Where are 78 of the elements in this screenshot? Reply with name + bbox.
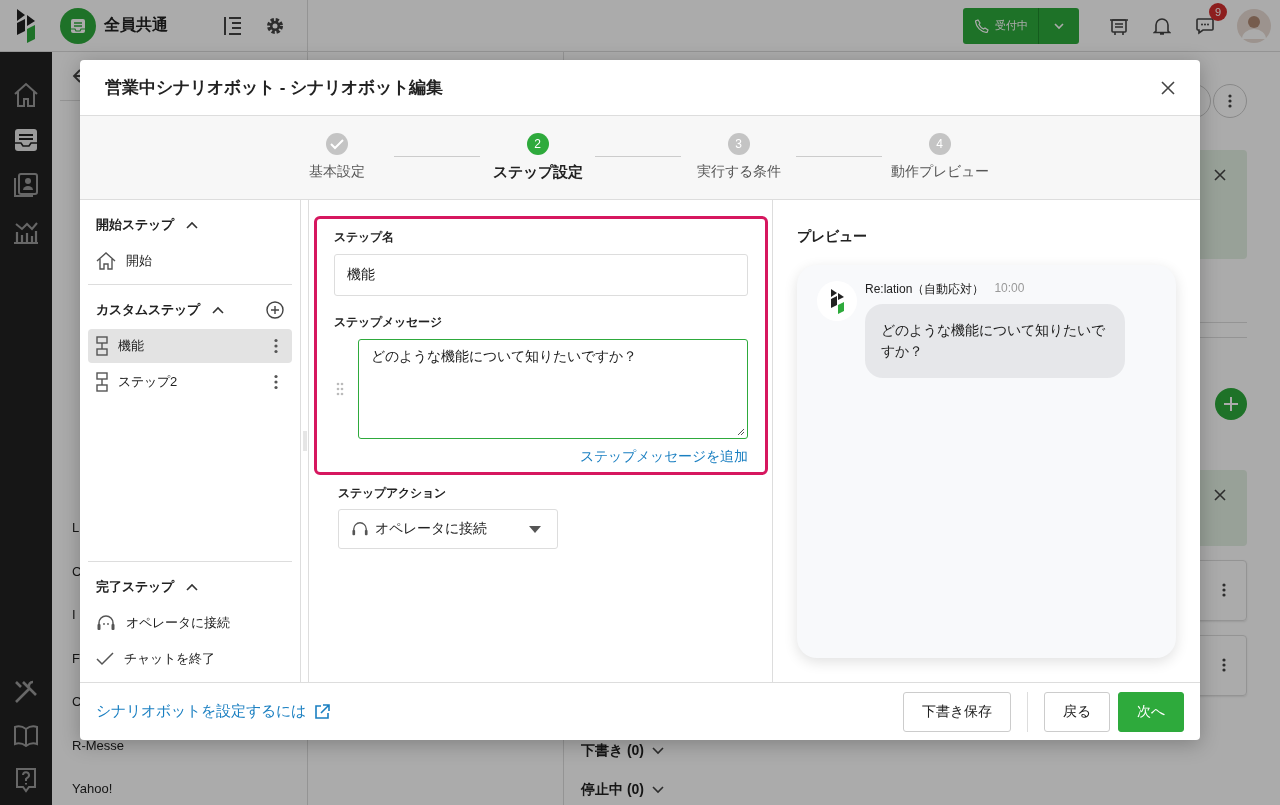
step-name-field[interactable]: 機能 — [334, 254, 748, 296]
step-item[interactable]: チャットを終了 — [88, 642, 292, 676]
inbox-icon[interactable] — [60, 7, 96, 44]
dialog-title: 営業中シナリオボット - シナリオボット編集 — [105, 77, 444, 99]
sidebar-item[interactable]: Yahoo! — [60, 767, 299, 805]
add-icon[interactable] — [266, 301, 284, 319]
field-label: ステップメッセージ — [334, 314, 443, 331]
tools-icon[interactable] — [13, 679, 39, 705]
help-link[interactable]: シナリオボットを設定するには — [96, 702, 306, 721]
settings-icon[interactable] — [265, 15, 285, 36]
close-icon[interactable] — [1213, 488, 1227, 503]
section-title: 開始ステップ — [96, 216, 174, 234]
step-item[interactable]: オペレータに接続 — [88, 606, 292, 640]
field-label: ステップアクション — [338, 485, 447, 502]
more-icon[interactable] — [274, 374, 278, 390]
preview-title: プレビュー — [797, 228, 868, 246]
headset-icon — [351, 521, 369, 537]
drag-handle-icon[interactable] — [336, 382, 344, 396]
home-icon — [96, 252, 116, 270]
chevron-down-icon — [1053, 21, 1065, 30]
save-draft-button[interactable]: 下書き保存 — [903, 691, 1011, 732]
step-item[interactable]: 機能 — [88, 329, 292, 363]
message-bubble: どのような機能について知りたいですか？ — [865, 304, 1125, 378]
chevron-icon[interactable] — [186, 583, 198, 591]
chevron-down-icon[interactable] — [652, 786, 664, 795]
action-select[interactable]: オペレータに接続 — [338, 509, 558, 549]
node-icon — [96, 372, 108, 392]
headset-icon — [96, 614, 116, 632]
list-icon[interactable] — [223, 14, 243, 37]
home-icon[interactable] — [12, 82, 40, 108]
dropdown-arrow-icon — [529, 525, 541, 533]
add-message-link[interactable]: ステップメッセージを追加 — [580, 448, 748, 466]
step-label: ステップ設定 — [492, 163, 583, 182]
step-label: 実行する条件 — [696, 163, 781, 181]
add-button[interactable] — [1215, 388, 1247, 421]
close-icon[interactable] — [1213, 168, 1227, 183]
step-label: 基本設定 — [308, 163, 365, 181]
more-icon[interactable] — [1222, 657, 1226, 674]
resize-handle[interactable] — [302, 431, 307, 451]
avatar-icon[interactable] — [1237, 8, 1271, 43]
external-link-icon[interactable] — [314, 703, 330, 720]
sender-name: Re:lation（自動応対） — [865, 281, 985, 298]
section-title: カスタムステップ — [96, 301, 200, 319]
group-heading[interactable]: 下書き (0) — [581, 741, 644, 760]
dropdown-button[interactable] — [1039, 7, 1079, 44]
step-number: 2 — [526, 133, 549, 155]
back-button[interactable]: 戻る — [1044, 691, 1110, 732]
field-label: ステップ名 — [334, 229, 395, 246]
more-icon[interactable] — [1222, 582, 1226, 599]
chat-icon[interactable] — [1195, 16, 1215, 35]
step-item[interactable]: ステップ2 — [88, 365, 292, 399]
bell-icon[interactable] — [1153, 15, 1171, 36]
list-icon[interactable] — [14, 128, 38, 152]
close-icon[interactable] — [1161, 80, 1175, 95]
step-label: 動作プレビュー — [890, 163, 989, 181]
node-icon — [96, 336, 108, 356]
resize-grip-icon[interactable] — [737, 428, 745, 436]
message-time: 10:00 — [994, 281, 1025, 297]
group-heading[interactable]: 停止中 (0) — [581, 781, 644, 800]
more-icon[interactable] — [274, 338, 278, 354]
step-number: 4 — [928, 133, 951, 155]
step-item[interactable]: 開始 — [88, 244, 292, 278]
workspace-name[interactable]: 全員共通 — [104, 15, 223, 36]
chevron-icon[interactable] — [212, 306, 224, 314]
message-field[interactable]: どのような機能について知りたいですか？ — [358, 339, 748, 439]
chevron-down-icon[interactable] — [652, 746, 664, 755]
chevron-icon[interactable] — [186, 221, 198, 229]
phone-icon — [975, 18, 989, 33]
notification-badge: 9 — [1209, 2, 1227, 21]
more-icon — [1228, 93, 1232, 110]
help-icon[interactable] — [14, 767, 38, 793]
section-title: 完了ステップ — [96, 578, 174, 596]
bot-avatar-icon — [817, 281, 857, 321]
step-number: 3 — [727, 133, 750, 155]
logo-icon — [15, 8, 37, 43]
check-icon — [96, 652, 114, 666]
book-icon[interactable] — [13, 725, 39, 747]
contact-card-icon[interactable] — [13, 172, 39, 198]
